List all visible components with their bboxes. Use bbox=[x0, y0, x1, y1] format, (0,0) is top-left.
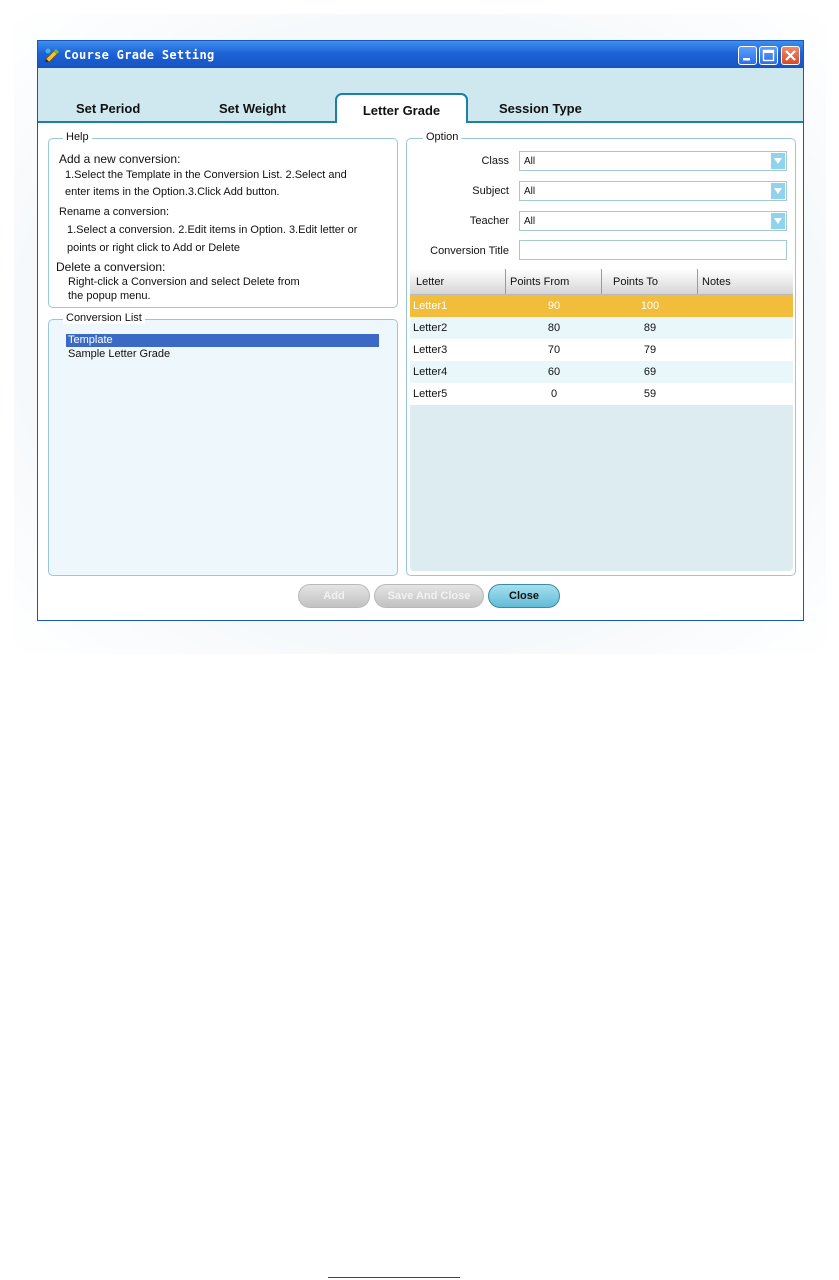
help-heading-add: Add a new conversion: bbox=[59, 152, 181, 166]
column-divider bbox=[505, 269, 506, 294]
list-item-template[interactable]: Template bbox=[66, 334, 379, 347]
pencil-app-icon bbox=[45, 48, 59, 63]
column-divider bbox=[697, 269, 698, 294]
cell-letter[interactable]: Letter5 bbox=[413, 388, 447, 400]
class-value: All bbox=[524, 156, 536, 167]
cell-points-to[interactable]: 89 bbox=[602, 322, 698, 334]
class-select[interactable]: All bbox=[519, 151, 787, 171]
cell-letter[interactable]: Letter4 bbox=[413, 366, 447, 378]
help-text: 1.Select the Template in the Conversion … bbox=[65, 169, 347, 181]
cell-letter[interactable]: Letter3 bbox=[413, 344, 447, 356]
cell-points-to[interactable]: 69 bbox=[602, 366, 698, 378]
subject-value: All bbox=[524, 186, 536, 197]
column-header-points-from[interactable]: Points From bbox=[510, 276, 569, 288]
column-header-letter[interactable]: Letter bbox=[416, 276, 444, 288]
subject-select[interactable]: All bbox=[519, 181, 787, 201]
chevron-down-icon[interactable] bbox=[771, 153, 785, 169]
cell-letter[interactable]: Letter1 bbox=[413, 300, 447, 312]
help-text: Right-click a Conversion and select Dele… bbox=[68, 276, 300, 288]
cell-points-to[interactable]: 79 bbox=[602, 344, 698, 356]
column-divider bbox=[601, 269, 602, 294]
course-grade-setting-window: Course Grade Setting Set Period Set Weig… bbox=[37, 40, 804, 621]
table-row[interactable]: Letter4 60 69 bbox=[410, 361, 793, 383]
table-header: Letter Points From Points To Notes bbox=[410, 269, 793, 295]
window-title: Course Grade Setting bbox=[64, 48, 215, 62]
tab-letter-grade-label: Letter Grade bbox=[362, 103, 441, 118]
help-text: points or right click to Add or Delete bbox=[67, 242, 241, 254]
cell-points-from[interactable]: 80 bbox=[506, 322, 602, 334]
add-button[interactable]: Add bbox=[298, 584, 370, 608]
table-row[interactable]: Letter5 0 59 bbox=[410, 383, 793, 405]
cell-points-to[interactable]: 100 bbox=[602, 300, 698, 312]
tab-set-period[interactable]: Set Period bbox=[76, 101, 140, 116]
title-bar[interactable]: Course Grade Setting bbox=[38, 41, 803, 68]
cell-points-from[interactable]: 60 bbox=[506, 366, 602, 378]
table-row[interactable]: Letter1 90 100 bbox=[410, 295, 793, 317]
cell-points-from[interactable]: 0 bbox=[506, 388, 602, 400]
maximize-button[interactable] bbox=[759, 46, 778, 65]
page-footer-link-line bbox=[328, 1277, 460, 1278]
help-heading-delete: Delete a conversion: bbox=[56, 260, 166, 274]
help-text: the popup menu. bbox=[68, 290, 151, 302]
table-row[interactable]: Letter2 80 89 bbox=[410, 317, 793, 339]
conversion-list-legend: Conversion List bbox=[63, 312, 145, 324]
teacher-select[interactable]: All bbox=[519, 211, 787, 231]
conversion-title-input[interactable] bbox=[519, 240, 787, 260]
teacher-label: Teacher bbox=[469, 215, 509, 227]
subject-label: Subject bbox=[472, 185, 509, 197]
list-item-sample-letter-grade[interactable]: Sample Letter Grade bbox=[66, 348, 379, 361]
help-panel: Help Add a new conversion: 1.Select the … bbox=[48, 131, 398, 308]
cell-points-to[interactable]: 59 bbox=[602, 388, 698, 400]
table-row[interactable]: Letter3 70 79 bbox=[410, 339, 793, 361]
conversion-list-panel: Conversion List Template Sample Letter G… bbox=[48, 312, 398, 576]
teacher-value: All bbox=[524, 216, 536, 227]
class-label: Class bbox=[481, 155, 509, 167]
help-legend: Help bbox=[63, 131, 92, 143]
minimize-icon bbox=[743, 58, 750, 61]
column-header-points-to[interactable]: Points To bbox=[613, 276, 658, 288]
maximize-icon bbox=[762, 49, 775, 62]
tab-letter-grade[interactable]: Letter Grade bbox=[335, 93, 468, 123]
tab-session-type[interactable]: Session Type bbox=[499, 101, 582, 116]
cell-points-from[interactable]: 70 bbox=[506, 344, 602, 356]
close-icon bbox=[785, 50, 796, 61]
close-button[interactable]: Close bbox=[488, 584, 560, 608]
letter-grade-table: Letter Points From Points To Notes Lette… bbox=[410, 269, 793, 571]
cell-letter[interactable]: Letter2 bbox=[413, 322, 447, 334]
help-text: enter items in the Option.3.Click Add bu… bbox=[65, 186, 280, 198]
close-window-button[interactable] bbox=[781, 46, 800, 65]
help-text: 1.Select a conversion. 2.Edit items in O… bbox=[67, 224, 358, 236]
save-and-close-button[interactable]: Save And Close bbox=[374, 584, 484, 608]
chevron-down-icon[interactable] bbox=[771, 213, 785, 229]
option-legend: Option bbox=[423, 131, 462, 143]
column-header-notes[interactable]: Notes bbox=[702, 276, 731, 288]
minimize-button[interactable] bbox=[738, 46, 757, 65]
tab-set-weight[interactable]: Set Weight bbox=[219, 101, 286, 116]
help-heading-rename: Rename a conversion: bbox=[59, 206, 170, 218]
chevron-down-icon[interactable] bbox=[771, 183, 785, 199]
option-panel: Option Class All Subject All Teacher All… bbox=[406, 131, 796, 576]
cell-points-from[interactable]: 90 bbox=[506, 300, 602, 312]
conversion-title-label: Conversion Title bbox=[430, 245, 509, 257]
